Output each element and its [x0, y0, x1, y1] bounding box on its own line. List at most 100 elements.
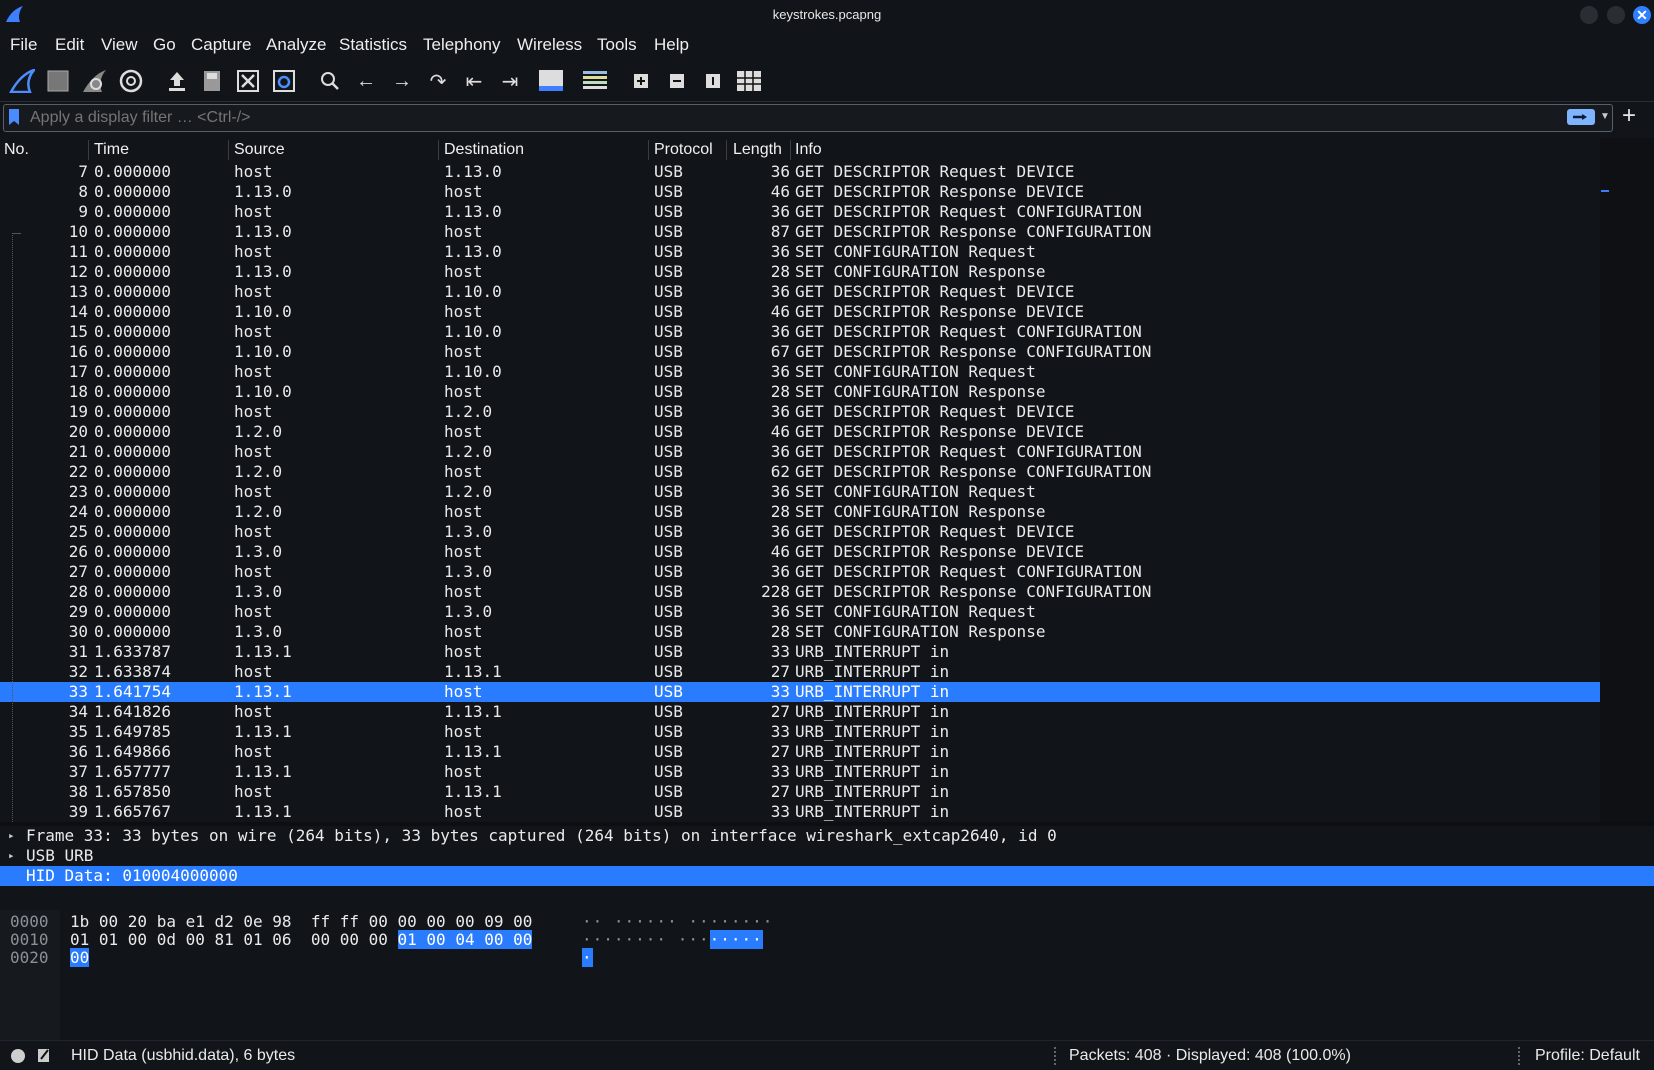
col-divider[interactable] [790, 140, 791, 160]
col-divider[interactable] [88, 140, 89, 160]
shark-fin-start-icon[interactable] [8, 67, 36, 95]
menu-analyze[interactable]: Analyze [266, 35, 326, 55]
packet-row[interactable]: 9 0.000000 host 1.13.0 USB 36 GET DESCRIPTOR R… [0, 202, 1600, 222]
capture-status-icon[interactable] [11, 1049, 25, 1063]
packet-row[interactable]: 21 0.000000 host 1.2.0 USB 36 GET DESCRIPTOR R… [0, 442, 1600, 462]
stop-square-icon[interactable] [44, 67, 72, 95]
menu-view[interactable]: View [101, 35, 138, 55]
menu-go[interactable]: Go [153, 35, 176, 55]
packet-row[interactable]: 33 1.641754 1.13.1 host USB 33 URB_INTERRUPT i… [0, 682, 1600, 702]
col-divider[interactable] [648, 140, 649, 160]
col-divider[interactable] [726, 140, 727, 160]
packet-bytes-pane[interactable]: 0000 1b 00 20 ba e1 d2 0e 98 ff ff 00 00 … [0, 910, 1654, 1040]
profile-status[interactable]: Profile: Default [1535, 1047, 1640, 1065]
packet-row[interactable]: 8 0.000000 1.13.0 host USB 46 GET DESCRIPTOR R… [0, 182, 1600, 202]
packet-row[interactable]: 17 0.000000 host 1.10.0 USB 36 SET CONFIGURATI… [0, 362, 1600, 382]
hex-bytes[interactable]: 00 [70, 948, 90, 968]
detail-tree-item[interactable]: ▸ USB URB [0, 846, 1654, 866]
open-file-icon[interactable] [163, 67, 191, 95]
menu-file[interactable]: File [10, 35, 37, 55]
packet-row[interactable]: 12 0.000000 1.13.0 host USB 28 SET CONFIGURATI… [0, 262, 1600, 282]
restart-fin-icon[interactable] [80, 67, 108, 95]
packet-row[interactable]: 36 1.649866 host 1.13.1 USB 27 URB_INTERRUPT i… [0, 742, 1600, 762]
auto-scroll-icon[interactable] [537, 67, 565, 95]
expand-arrow-icon[interactable]: ▸ [8, 846, 15, 866]
normal-size-icon[interactable] [699, 67, 727, 95]
maximize-button[interactable] [1607, 6, 1625, 24]
zoom-out-icon[interactable] [663, 67, 691, 95]
packet-row[interactable]: 30 0.000000 1.3.0 host USB 28 SET CONFIGURATIO… [0, 622, 1600, 642]
packet-row[interactable]: 24 0.000000 1.2.0 host USB 28 SET CONFIGURATIO… [0, 502, 1600, 522]
last-packet-icon[interactable]: ⇥ [496, 67, 524, 95]
packet-row[interactable]: 20 0.000000 1.2.0 host USB 46 GET DESCRIPTOR R… [0, 422, 1600, 442]
packet-list-scrollbar[interactable] [1600, 138, 1654, 822]
hex-ascii[interactable]: ·· ······ ········ [582, 912, 773, 932]
detail-tree-item[interactable]: HID Data: 010004000000 [0, 866, 1654, 886]
packet-row[interactable]: 18 0.000000 1.10.0 host USB 28 SET CONFIGURATI… [0, 382, 1600, 402]
capture-options-gear-icon[interactable] [117, 67, 145, 95]
packet-row[interactable]: 22 0.000000 1.2.0 host USB 62 GET DESCRIPTOR R… [0, 462, 1600, 482]
display-filter-input[interactable] [28, 107, 1532, 129]
menu-wireless[interactable]: Wireless [517, 35, 582, 55]
col-no[interactable]: No. [4, 141, 29, 159]
colorize-icon[interactable] [581, 67, 609, 95]
close-file-icon[interactable] [234, 67, 262, 95]
detail-tree-item[interactable]: ▸ Frame 33: 33 bytes on wire (264 bits), … [0, 826, 1654, 846]
hex-ascii[interactable]: · [582, 948, 593, 968]
menu-help[interactable]: Help [654, 35, 689, 55]
col-info[interactable]: Info [795, 141, 822, 159]
menu-capture[interactable]: Capture [191, 35, 251, 55]
packet-row[interactable]: 23 0.000000 host 1.2.0 USB 36 SET CONFIGURATIO… [0, 482, 1600, 502]
expand-arrow-icon[interactable]: ▸ [8, 826, 15, 846]
find-packet-icon[interactable] [316, 67, 344, 95]
resize-columns-icon[interactable] [735, 67, 763, 95]
packet-row[interactable]: 15 0.000000 host 1.10.0 USB 36 GET DESCRIPTOR … [0, 322, 1600, 342]
packet-row[interactable]: 28 0.000000 1.3.0 host USB 228 GET DESCRIPTOR … [0, 582, 1600, 602]
first-packet-icon[interactable]: ⇤ [460, 67, 488, 95]
col-divider[interactable] [228, 140, 229, 160]
packet-row[interactable]: 38 1.657850 host 1.13.1 USB 27 URB_INTERRUPT i… [0, 782, 1600, 802]
packet-row[interactable]: 13 0.000000 host 1.10.0 USB 36 GET DESCRIPTOR … [0, 282, 1600, 302]
go-to-packet-icon[interactable]: ↷ [424, 67, 452, 95]
col-source[interactable]: Source [234, 141, 285, 159]
menu-telephony[interactable]: Telephony [423, 35, 501, 55]
menu-statistics[interactable]: Statistics [339, 35, 407, 55]
apply-filter-arrow-icon[interactable] [1567, 109, 1595, 125]
packet-row[interactable]: 11 0.000000 host 1.13.0 USB 36 SET CONFIGURATI… [0, 242, 1600, 262]
packet-row[interactable]: 35 1.649785 1.13.1 host USB 33 URB_INTERRUPT i… [0, 722, 1600, 742]
menu-tools[interactable]: Tools [597, 35, 637, 55]
col-divider[interactable] [438, 140, 439, 160]
packet-row[interactable]: 16 0.000000 1.10.0 host USB 67 GET DESCRIPTOR … [0, 342, 1600, 362]
col-time[interactable]: Time [94, 141, 129, 159]
hex-bytes[interactable]: 01 01 00 0d 00 81 01 06 00 00 00 01 00 0… [70, 930, 533, 950]
packet-details-tree[interactable]: ▸ Frame 33: 33 bytes on wire (264 bits), … [0, 826, 1654, 906]
reload-file-icon[interactable] [270, 67, 298, 95]
filter-bookmark-icon[interactable] [9, 109, 19, 125]
packet-row[interactable]: 32 1.633874 host 1.13.1 USB 27 URB_INTERRUPT i… [0, 662, 1600, 682]
save-file-icon[interactable] [198, 67, 226, 95]
packet-row[interactable]: 29 0.000000 host 1.3.0 USB 36 SET CONFIGURATIO… [0, 602, 1600, 622]
go-forward-icon[interactable]: → [388, 67, 416, 95]
close-window-button[interactable]: ✕ [1633, 6, 1651, 24]
packet-row[interactable]: 27 0.000000 host 1.3.0 USB 36 GET DESCRIPTOR R… [0, 562, 1600, 582]
packet-row[interactable]: 7 0.000000 host 1.13.0 USB 36 GET DESCRIPTOR R… [0, 162, 1600, 182]
col-protocol[interactable]: Protocol [654, 141, 713, 159]
packet-row[interactable]: 19 0.000000 host 1.2.0 USB 36 GET DESCRIPTOR R… [0, 402, 1600, 422]
packet-row[interactable]: 37 1.657777 1.13.1 host USB 33 URB_INTERRUPT i… [0, 762, 1600, 782]
edit-comment-icon[interactable] [37, 1047, 51, 1063]
hex-ascii[interactable]: ········ ········ [582, 930, 763, 950]
packet-row[interactable]: 25 0.000000 host 1.3.0 USB 36 GET DESCRIPTOR R… [0, 522, 1600, 542]
go-back-icon[interactable]: ← [352, 67, 380, 95]
packet-row[interactable]: 34 1.641826 host 1.13.1 USB 27 URB_INTERRUPT i… [0, 702, 1600, 722]
zoom-in-icon[interactable] [627, 67, 655, 95]
col-length[interactable]: Length [733, 141, 782, 159]
minimize-button[interactable] [1580, 6, 1598, 24]
add-filter-button-icon[interactable]: + [1617, 104, 1641, 130]
packet-row[interactable]: 10 0.000000 1.13.0 host USB 87 GET DESCRIPTOR … [0, 222, 1600, 242]
packet-row[interactable]: 39 1.665767 1.13.1 host USB 33 URB_INTERRUPT i… [0, 802, 1600, 822]
packet-row[interactable]: 26 0.000000 1.3.0 host USB 46 GET DESCRIPTOR R… [0, 542, 1600, 562]
col-destination[interactable]: Destination [444, 141, 524, 159]
menu-edit[interactable]: Edit [55, 35, 84, 55]
filter-history-dropdown-icon[interactable]: ▼ [1600, 111, 1610, 122]
packet-row[interactable]: 14 0.000000 1.10.0 host USB 46 GET DESCRIPTOR … [0, 302, 1600, 322]
